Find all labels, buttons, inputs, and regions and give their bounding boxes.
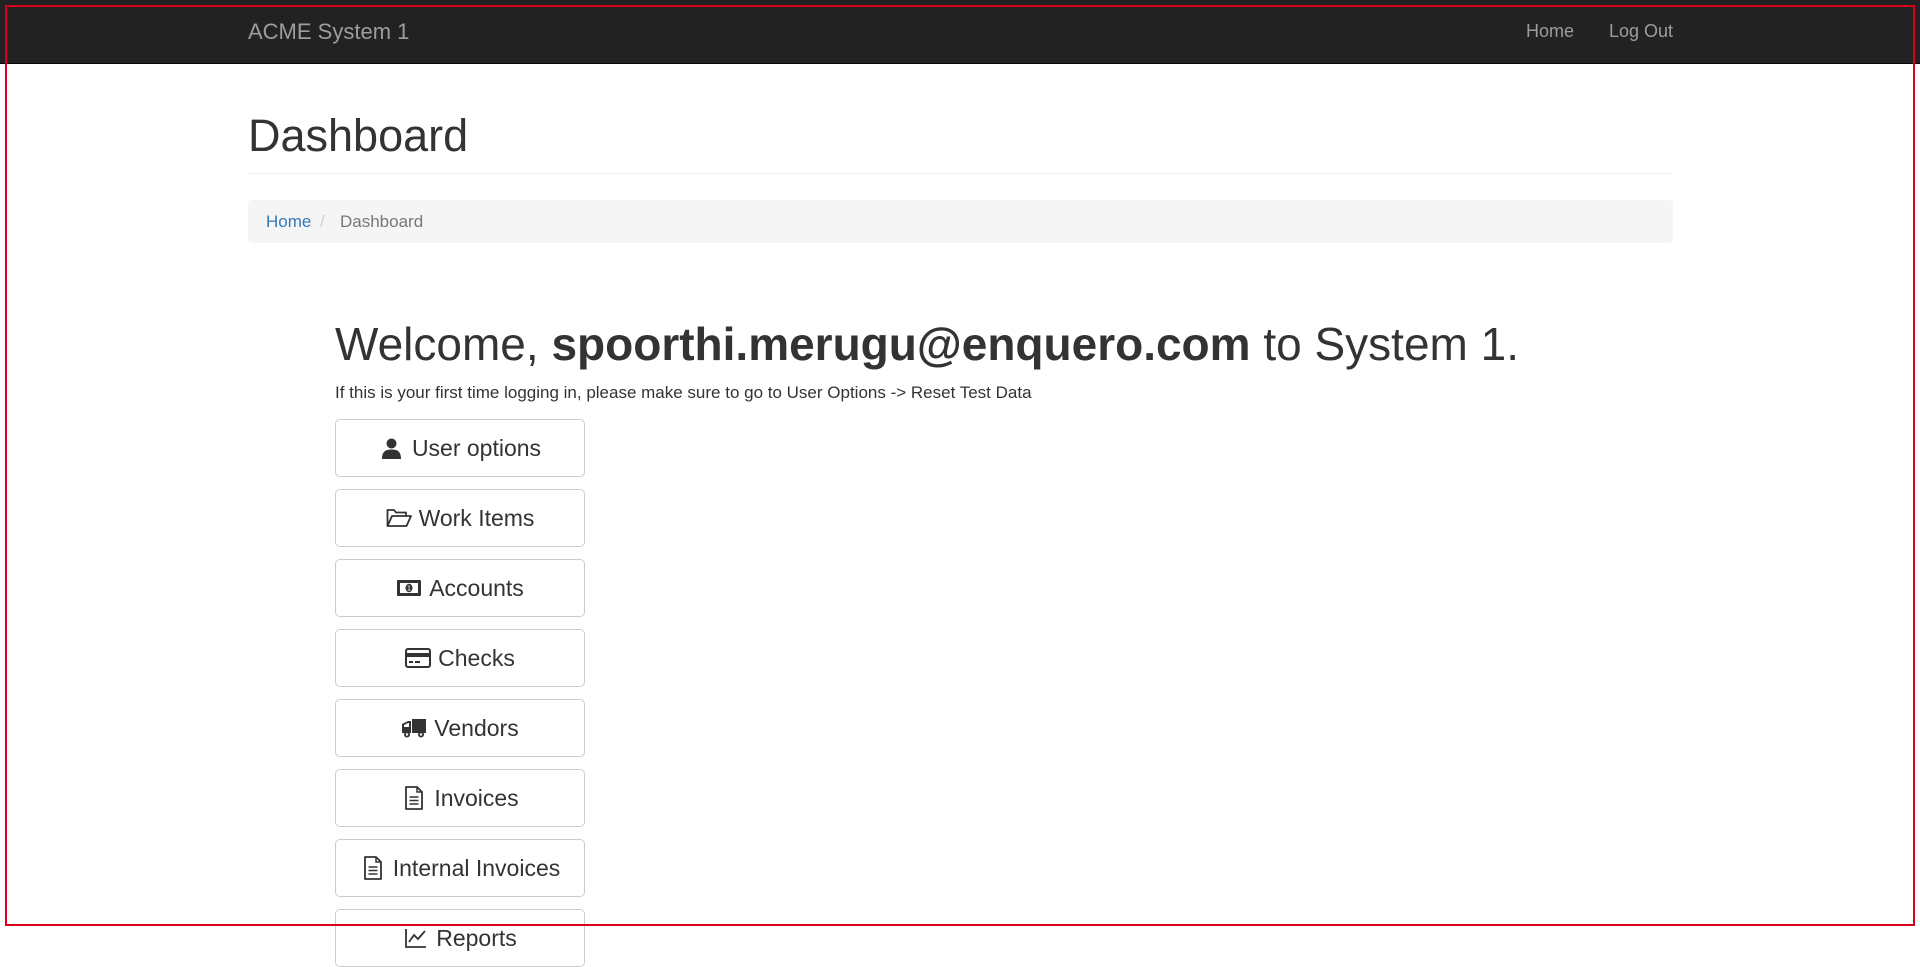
internal-invoices-button[interactable]: Internal Invoices xyxy=(335,839,585,897)
breadcrumb: Home / Dashboard xyxy=(248,200,1673,243)
internal-invoices-label: Internal Invoices xyxy=(392,854,561,881)
top-navbar: ACME System 1 Home Log Out xyxy=(0,0,1920,64)
breadcrumb-current: Dashboard xyxy=(340,212,424,231)
checks-label: Checks xyxy=(438,644,515,671)
checks-button[interactable]: Checks xyxy=(335,629,585,687)
file-text-icon xyxy=(401,785,427,811)
user-icon xyxy=(379,435,405,461)
work-items-button[interactable]: Work Items xyxy=(335,489,585,547)
accounts-button[interactable]: 1 Accounts xyxy=(335,559,585,617)
reports-button[interactable]: Reports xyxy=(335,909,585,967)
welcome-suffix: to System 1. xyxy=(1250,318,1519,370)
reports-label: Reports xyxy=(436,924,517,951)
nav-home-link[interactable]: Home xyxy=(1526,0,1574,63)
vendors-label: Vendors xyxy=(434,714,519,741)
truck-icon xyxy=(401,715,427,741)
invoices-label: Invoices xyxy=(434,784,519,811)
nav-logout-link[interactable]: Log Out xyxy=(1609,0,1673,63)
accounts-label: Accounts xyxy=(429,574,524,601)
welcome-heading: Welcome, spoorthi.merugu@enquero.com to … xyxy=(335,316,1519,372)
brand-link[interactable]: ACME System 1 xyxy=(248,0,409,63)
welcome-prefix: Welcome, xyxy=(335,318,552,370)
work-items-label: Work Items xyxy=(418,504,535,531)
vendors-button[interactable]: Vendors xyxy=(335,699,585,757)
folder-open-icon xyxy=(386,505,412,531)
svg-text:1: 1 xyxy=(407,585,411,593)
user-options-label: User options xyxy=(411,434,542,461)
page-title: Dashboard xyxy=(248,110,469,161)
money-icon: 1 xyxy=(396,575,422,601)
breadcrumb-separator: / xyxy=(320,212,325,231)
title-divider xyxy=(248,173,1673,174)
invoices-button[interactable]: Invoices xyxy=(335,769,585,827)
credit-card-icon xyxy=(405,645,432,671)
first-login-hint: If this is your first time logging in, p… xyxy=(335,383,1032,402)
breadcrumb-home-link[interactable]: Home xyxy=(266,200,311,243)
welcome-user-email: spoorthi.merugu@enquero.com xyxy=(551,318,1251,370)
chart-icon xyxy=(403,925,429,951)
user-options-button[interactable]: User options xyxy=(335,419,585,477)
file-text-icon xyxy=(360,855,386,881)
